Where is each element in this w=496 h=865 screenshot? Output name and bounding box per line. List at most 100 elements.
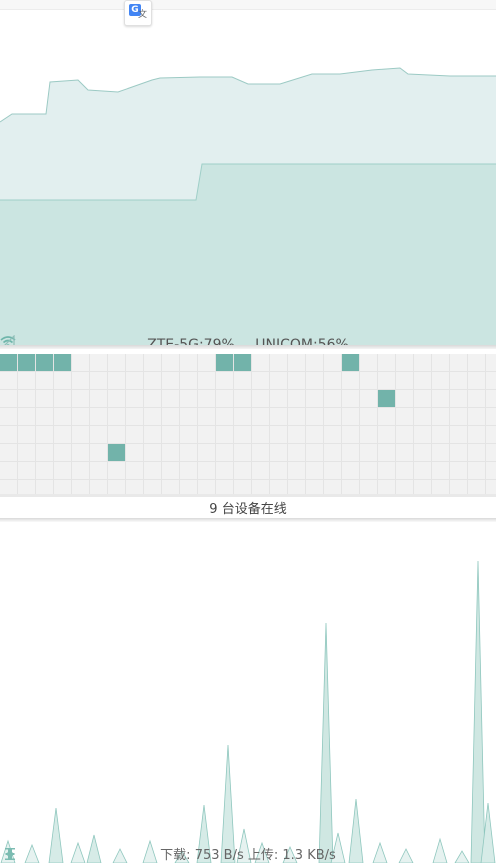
- device-cell: [486, 390, 496, 407]
- device-cell: [216, 462, 233, 479]
- device-cell: [270, 426, 287, 443]
- device-cell: [288, 462, 305, 479]
- device-cell: [432, 444, 449, 461]
- device-cell: [18, 462, 35, 479]
- device-cell: [486, 426, 496, 443]
- device-cell: [162, 426, 179, 443]
- device-cell: [198, 354, 215, 371]
- device-cell: [306, 390, 323, 407]
- device-cell: [198, 462, 215, 479]
- device-cell: [0, 426, 17, 443]
- device-cell: [252, 408, 269, 425]
- device-cell: [306, 426, 323, 443]
- device-cell: [468, 390, 485, 407]
- device-cell: [108, 462, 125, 479]
- device-cell: [324, 372, 341, 389]
- device-cell: [108, 354, 125, 371]
- device-cell: [108, 408, 125, 425]
- device-cell: [414, 408, 431, 425]
- device-cell: [216, 444, 233, 461]
- device-cell: [216, 408, 233, 425]
- device-cell: [378, 444, 395, 461]
- device-cell: [18, 444, 35, 461]
- device-cell: [234, 462, 251, 479]
- device-cell: [288, 354, 305, 371]
- device-cell-online: [378, 390, 395, 407]
- device-cell: [360, 462, 377, 479]
- device-cell: [486, 408, 496, 425]
- browser-top-bar: [0, 0, 496, 10]
- device-cell: [198, 444, 215, 461]
- device-cell: [450, 426, 467, 443]
- download-unit: B/s: [223, 848, 244, 863]
- device-cell: [486, 462, 496, 479]
- device-cell: [252, 354, 269, 371]
- traffic-spike: [470, 560, 486, 863]
- device-cell: [234, 444, 251, 461]
- device-cell: [108, 372, 125, 389]
- device-cell: [144, 372, 161, 389]
- device-cell: [72, 354, 89, 371]
- device-cell-online: [108, 444, 125, 461]
- device-cell: [432, 372, 449, 389]
- device-cell: [90, 354, 107, 371]
- device-cell: [432, 426, 449, 443]
- device-cell: [126, 462, 143, 479]
- device-cell: [216, 390, 233, 407]
- device-cell: [360, 408, 377, 425]
- device-cell: [252, 390, 269, 407]
- device-cell: [450, 390, 467, 407]
- device-cell: [288, 426, 305, 443]
- device-cell: [162, 444, 179, 461]
- device-cell: [234, 372, 251, 389]
- device-cell: [36, 372, 53, 389]
- device-cell: [450, 372, 467, 389]
- device-cell: [90, 372, 107, 389]
- device-cell: [198, 390, 215, 407]
- device-cell: [144, 390, 161, 407]
- device-cell: [162, 372, 179, 389]
- device-cell: [162, 408, 179, 425]
- device-cell: [54, 372, 71, 389]
- device-cell: [252, 462, 269, 479]
- traffic-legend: 下载: 753 B/s 上传: 1.3 KB/s: [0, 848, 496, 865]
- device-cell: [486, 372, 496, 389]
- device-cell: [270, 462, 287, 479]
- device-cell: [180, 354, 197, 371]
- device-cell: [252, 444, 269, 461]
- device-cell: [378, 462, 395, 479]
- device-cell: [342, 462, 359, 479]
- device-cell: [216, 372, 233, 389]
- device-cell: [36, 462, 53, 479]
- upload-label: 上传:: [247, 848, 279, 863]
- device-cell: [18, 372, 35, 389]
- device-cell: [180, 390, 197, 407]
- device-cell: [378, 426, 395, 443]
- device-cell: [342, 390, 359, 407]
- device-cell: [234, 390, 251, 407]
- device-cell: [432, 390, 449, 407]
- device-cell: [432, 408, 449, 425]
- device-cell: [270, 372, 287, 389]
- device-cell: [162, 354, 179, 371]
- device-cell: [324, 390, 341, 407]
- device-cell: [414, 426, 431, 443]
- device-cell: [72, 408, 89, 425]
- device-cell: [396, 390, 413, 407]
- device-cell: [144, 462, 161, 479]
- device-cell: [414, 444, 431, 461]
- device-cell: [288, 372, 305, 389]
- device-cell: [360, 426, 377, 443]
- device-cell: [54, 444, 71, 461]
- device-cell: [450, 408, 467, 425]
- device-cell: [180, 462, 197, 479]
- device-cell: [18, 408, 35, 425]
- divider: [0, 345, 496, 349]
- device-cell: [360, 390, 377, 407]
- device-cell: [54, 408, 71, 425]
- device-cell: [306, 462, 323, 479]
- device-cell: [378, 408, 395, 425]
- device-cell: [54, 390, 71, 407]
- upload-unit: KB/s: [307, 848, 336, 863]
- device-cell: [126, 354, 143, 371]
